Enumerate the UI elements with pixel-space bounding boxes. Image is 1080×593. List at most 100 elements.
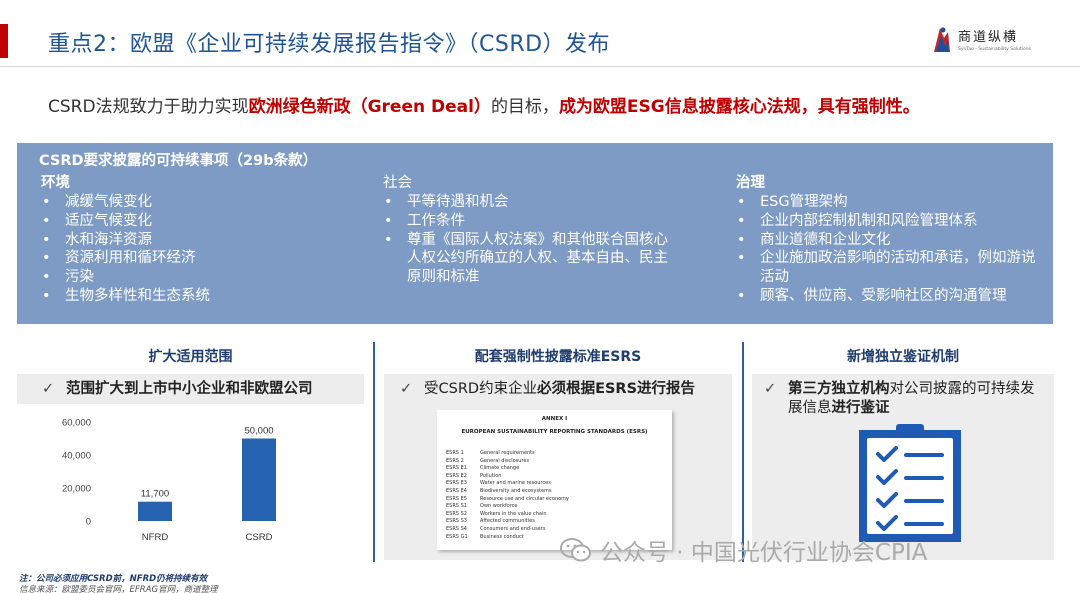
esrs-text-plain: 受CSRD约束企业 <box>424 381 538 397</box>
annex-row-code: ESRS S3 <box>446 518 467 525</box>
assurance-text-bold-2: 进行鉴证 <box>831 400 890 416</box>
assurance-text-bold-1: 第三方独立机构 <box>788 381 890 397</box>
assurance-check-line: ✓ 第三方独立机构对公司披露的可持续发展信息进行鉴证 <box>764 380 1048 418</box>
social-list: 平等待遇和机会 工作条件 尊重《国际人权法案》和其他联合国核心人权公约所确立的人… <box>383 193 683 287</box>
list-item: 平等待遇和机会 <box>383 193 683 212</box>
annex-subheading: EUROPEAN SUSTAINABILITY REPORTING STANDA… <box>461 429 648 435</box>
checkmark-icon <box>876 492 898 508</box>
annex-row-name: Water and marine resources <box>480 480 551 487</box>
annex-row-code: ESRS S4 <box>446 526 467 532</box>
annex-row-name: Biodiversity and ecosystems <box>480 488 552 494</box>
esrs-text-bold: 必须根据ESRS进行报告 <box>537 381 696 397</box>
annex-row-code: ESRS E2 <box>446 472 467 479</box>
watermark-text: 公众号 · 中国光伏行业协会CPIA <box>600 540 928 566</box>
list-item: 工作条件 <box>383 212 683 231</box>
annex-row-code: ESRS G1 <box>446 533 468 540</box>
annex-row: ESRS S2 Workers in the value chain <box>446 511 547 517</box>
annex-row: ESRS S1 Own workforce <box>446 503 517 509</box>
wechat-icon <box>560 538 591 562</box>
list-item: 企业内部控制机制和风险管理体系 <box>736 212 1036 231</box>
list-item: 尊重《国际人权法案》和其他联合国核心人权公约所确立的人权、基本自由、民主原则和标… <box>383 231 673 287</box>
wechat-watermark: 公众号 · 中国光伏行业协会CPIA <box>560 533 927 567</box>
list-item: 适应气候变化 <box>41 212 361 231</box>
checkmark-icon <box>876 446 898 462</box>
annex-row: ESRS G1 Business conduct <box>446 534 524 540</box>
esrs-panel-heading: 配套强制性披露标准ESRS <box>474 349 642 365</box>
annex-row-code: ESRS 1 <box>446 450 464 456</box>
annex-row-code: ESRS E5 <box>446 495 467 502</box>
scope-bar-chart: 0 20,000 40,000 60,000 11,700 NFRD 50,000 CSRD <box>17 404 364 560</box>
annex-row-name: Own workforce <box>480 503 518 510</box>
checkmark-icon <box>876 469 898 485</box>
annex-row: ESRS E2 Pollution <box>446 473 501 479</box>
x-category-label: NFRD <box>142 532 169 543</box>
environment-column: 环境 减缓气候变化 适应气候变化 水和海洋资源 资源利用和循环经济 污染 生物多… <box>41 173 361 306</box>
logo-english-name: SynTao - Sustainability Solutions <box>958 47 1031 52</box>
list-item: 商业道德和企业文化 <box>736 231 1036 250</box>
annex-row: ESRS E3 Water and marine resources <box>446 480 551 486</box>
y-tick-label: 60,000 <box>62 418 91 429</box>
annex-row-name: Affected communities <box>480 518 535 525</box>
logo-emblem-icon <box>934 27 950 52</box>
annex-row-code: ESRS S2 <box>446 510 467 517</box>
list-item: 资源利用和循环经济 <box>41 249 361 268</box>
annex-row-name: Business conduct <box>480 533 524 540</box>
annex-row: ESRS S4 Consumers and end-users <box>446 526 545 532</box>
scope-text: 范围扩大到上市中小企业和非欧盟公司 <box>66 381 313 397</box>
bar-value-label: 11,700 <box>141 489 169 500</box>
bar-chart-svg: 0 20,000 40,000 60,000 11,700 NFRD 50,000 CSRD <box>62 418 276 543</box>
list-item: 水和海洋资源 <box>41 231 361 250</box>
annex-row-code: ESRS E1 <box>446 465 467 472</box>
social-column: 社会 平等待遇和机会 工作条件 尊重《国际人权法案》和其他联合国核心人权公约所确… <box>383 173 683 287</box>
intro-green-deal: 欧洲绿色新政（Green Deal） <box>248 97 491 117</box>
annex-row-code: ESRS E4 <box>446 488 467 494</box>
bar-csrd <box>242 438 276 521</box>
footnote-source: 信息来源：欧盟委员会官网，EFRAG官网，商道整理 <box>19 585 218 593</box>
annex-row-name: Resource use and circular economy <box>480 495 569 502</box>
disclosure-matters-banner: CSRD要求披露的可持续事项（29b条款） 环境 减缓气候变化 适应气候变化 水… <box>17 143 1053 324</box>
header-divider <box>0 66 1080 67</box>
scope-panel-heading: 扩大适用范围 <box>148 349 233 365</box>
checklist-clipboard-icon <box>859 424 961 542</box>
title-accent-bar <box>0 24 8 58</box>
annex-row-code: ESRS E3 <box>446 480 467 487</box>
annex-heading: ANNEX I <box>541 416 568 422</box>
check-icon: ✓ <box>42 381 55 397</box>
annex-row-name: General disclosures <box>480 457 530 464</box>
annex-row-name: General requirements <box>480 450 535 456</box>
annex-row: ESRS E5 Resource use and circular economy <box>446 496 569 502</box>
list-item: 顾客、供应商、受影响社区的沟通管理 <box>736 287 1036 306</box>
annex-row-name: Workers in the value chain <box>480 510 547 517</box>
annex-row: ESRS E4 Biodiversity and ecosystems <box>446 488 552 494</box>
bar-value-label: 50,000 <box>244 426 273 437</box>
annex-row-name: Consumers and end-users <box>480 526 546 532</box>
annex-row: ESRS 1 General requirements <box>446 450 535 456</box>
list-item: 生物多样性和生态系统 <box>41 287 361 306</box>
banner-title: CSRD要求披露的可持续事项（29b条款） <box>39 153 318 169</box>
y-tick-label: 0 <box>86 517 91 528</box>
governance-column: 治理 ESG管理架构 企业内部控制机制和风险管理体系 商业道德和企业文化 企业施… <box>736 173 1036 306</box>
intro-part-3: 的目标， <box>490 97 559 117</box>
clipboard-clip-icon <box>896 424 924 434</box>
governance-list: ESG管理架构 企业内部控制机制和风险管理体系 商业道德和企业文化 企业施加政治… <box>736 193 1036 306</box>
intro-sentence: CSRD法规致力于助力实现欧洲绿色新政（Green Deal）的目标，成为欧盟E… <box>48 92 920 117</box>
scope-check-line: ✓ 范围扩大到上市中小企业和非欧盟公司 <box>42 380 313 399</box>
governance-heading: 治理 <box>736 175 765 191</box>
list-item: 企业施加政治影响的活动和承诺，例如游说活动 <box>736 249 1036 287</box>
esrs-check-line: ✓ 受CSRD约束企业必须根据ESRS进行报告 <box>400 380 695 399</box>
social-heading: 社会 <box>383 175 412 191</box>
annex-row: ESRS 2 General disclosures <box>446 458 529 464</box>
environment-heading: 环境 <box>41 175 70 191</box>
y-tick-label: 20,000 <box>62 484 91 495</box>
annex-row-name: Pollution <box>480 472 502 479</box>
bar-nfrd <box>138 501 172 521</box>
y-tick-label: 40,000 <box>62 451 91 462</box>
list-item: 减缓气候变化 <box>41 193 361 212</box>
panel-divider <box>742 342 744 562</box>
annex-row-code: ESRS 2 <box>446 457 464 464</box>
check-icon: ✓ <box>400 381 413 397</box>
logo-chinese-name: 商道纵横 <box>958 30 1019 45</box>
list-item: ESG管理架构 <box>736 193 1036 212</box>
assurance-panel-heading: 新增独立鉴证机制 <box>847 349 959 365</box>
annex-row-code: ESRS S1 <box>446 503 467 510</box>
